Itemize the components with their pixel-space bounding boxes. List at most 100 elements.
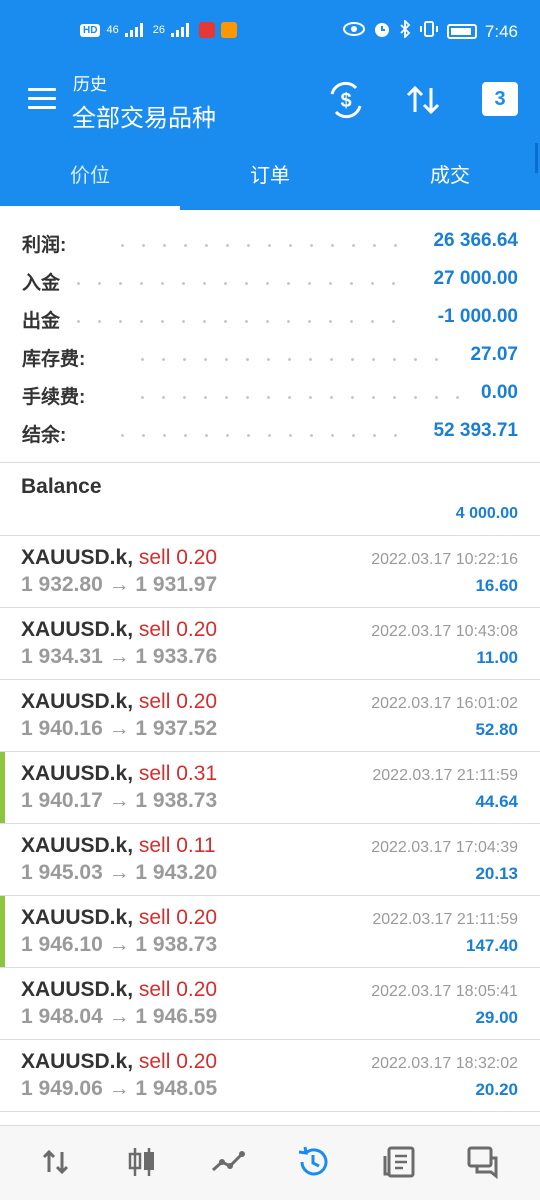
trade-side: sell 0.20	[138, 690, 218, 713]
chat-icon[interactable]	[466, 1144, 502, 1180]
trade-icon[interactable]	[210, 1144, 246, 1180]
header-subtitle: 历史	[73, 75, 107, 94]
quotes-icon[interactable]	[38, 1144, 74, 1180]
status-left: HD 46 26	[80, 22, 237, 38]
chart-icon[interactable]	[124, 1144, 160, 1180]
trade-prices: 1 948.04 → 1 946.59	[21, 1005, 218, 1028]
trade-symbol: XAUUSD.k, sell 0.20	[21, 1050, 218, 1073]
trade-prices: 1 946.10 → 1 938.73	[21, 933, 218, 956]
currency-exchange-icon[interactable]: $	[326, 80, 366, 120]
trade-profit: 16.60	[475, 576, 518, 595]
sim2-label: 26	[152, 24, 165, 36]
balance-row[interactable]: Balance 4 000.00	[0, 463, 540, 535]
trade-symbol: XAUUSD.k, sell 0.20	[21, 690, 218, 713]
balance-value: 4 000.00	[455, 505, 518, 522]
app-notification-icon	[198, 22, 215, 38]
hd-badge: HD	[80, 23, 101, 37]
alarm-icon	[373, 20, 391, 43]
tab-orders[interactable]: 订单	[180, 140, 360, 210]
trade-list: XAUUSD.k, sell 0.20 1 932.80 → 1 931.97 …	[0, 535, 540, 1131]
summary-row-swap: 库存费: 27.07	[0, 336, 540, 374]
summary-label: 结余:	[22, 425, 67, 446]
trade-prices: 1 949.06 → 1 948.05	[21, 1077, 218, 1100]
trade-row[interactable]: XAUUSD.k, sell 0.11 1 945.03 → 1 943.20 …	[0, 823, 540, 895]
trade-datetime: 2022.03.17 10:22:16	[371, 551, 518, 568]
calendar-icon[interactable]: 3	[482, 82, 518, 116]
battery-icon	[446, 24, 477, 39]
trade-datetime: 2022.03.17 21:11:59	[372, 911, 518, 928]
balance-label: Balance	[21, 475, 102, 498]
tab-prices[interactable]: 价位	[0, 140, 180, 210]
summary-label: 库存费:	[22, 349, 86, 370]
news-icon[interactable]	[381, 1144, 417, 1180]
trade-row[interactable]: XAUUSD.k, sell 0.20 1 932.80 → 1 931.97 …	[0, 535, 540, 607]
trade-row[interactable]: XAUUSD.k, sell 0.20 1 940.16 → 1 937.52 …	[0, 679, 540, 751]
history-icon[interactable]	[295, 1144, 331, 1180]
summary-value: 0.00	[481, 382, 518, 403]
tab-bar: 价位 订单 成交	[0, 140, 540, 210]
header-title[interactable]: 全部交易品种	[72, 98, 216, 133]
summary-panel: 利润: 26 366.64 入金 27 000.00 出金 -1 000.00 …	[0, 222, 540, 450]
dot-leader	[68, 282, 408, 285]
trade-datetime: 2022.03.17 21:11:59	[372, 767, 518, 784]
trade-profit: 44.64	[475, 792, 518, 811]
tab-deals[interactable]: 成交	[360, 140, 540, 210]
svg-text:$: $	[340, 90, 351, 112]
summary-row-withdrawal: 出金 -1 000.00	[0, 298, 540, 336]
sort-icon[interactable]	[403, 80, 443, 120]
eye-icon	[342, 21, 365, 42]
trade-row[interactable]: XAUUSD.k, sell 0.20 1 946.10 → 1 938.73 …	[0, 895, 540, 968]
trade-prices: 1 932.80 → 1 931.97	[21, 573, 218, 596]
trade-symbol: XAUUSD.k, sell 0.11	[21, 834, 216, 857]
summary-label: 入金	[22, 273, 61, 294]
trade-profit: 52.80	[475, 720, 518, 739]
trade-side: sell 0.20	[138, 546, 218, 569]
trade-side: sell 0.20	[138, 906, 218, 929]
signal-icon	[170, 23, 193, 37]
app-notification-icon	[220, 22, 237, 38]
summary-value: 27 000.00	[433, 268, 518, 289]
trade-symbol: XAUUSD.k, sell 0.20	[21, 546, 218, 569]
trade-datetime: 2022.03.17 10:43:08	[371, 623, 518, 640]
trade-prices: 1 945.03 → 1 943.20	[21, 861, 218, 884]
trade-prices: 1 940.17 → 1 938.73	[21, 789, 218, 812]
dot-leader	[132, 396, 462, 399]
trade-marker	[0, 752, 5, 824]
bluetooth-icon	[399, 18, 411, 43]
summary-row-commission: 手续费: 0.00	[0, 374, 540, 412]
dot-leader	[112, 244, 408, 247]
trade-symbol: XAUUSD.k, sell 0.20	[21, 978, 218, 1001]
trade-symbol: XAUUSD.k, sell 0.31	[21, 762, 218, 785]
trade-symbol: XAUUSD.k, sell 0.20	[21, 618, 218, 641]
sim1-label: 46	[106, 24, 119, 36]
trade-symbol: XAUUSD.k, sell 0.20	[21, 906, 218, 929]
trade-prices: 1 940.16 → 1 937.52	[21, 717, 218, 740]
trade-profit: 147.40	[466, 936, 518, 955]
trade-profit: 29.00	[475, 1008, 518, 1027]
trade-side: sell 0.20	[138, 1050, 218, 1073]
trade-side: sell 0.20	[138, 618, 218, 641]
summary-value: 52 393.71	[433, 420, 518, 441]
dot-leader	[68, 320, 413, 323]
trade-profit: 20.20	[475, 1080, 518, 1099]
vibrate-icon	[419, 20, 439, 43]
trade-datetime: 2022.03.17 17:04:39	[371, 839, 518, 856]
summary-value: 27.07	[470, 344, 518, 365]
summary-row-balance: 结余: 52 393.71	[0, 412, 540, 450]
bottom-nav	[0, 1125, 540, 1200]
status-time: 7:46	[484, 21, 518, 41]
trade-row[interactable]: XAUUSD.k, sell 0.31 1 940.17 → 1 938.73 …	[0, 751, 540, 824]
status-right: 7:46	[342, 18, 518, 43]
trade-row[interactable]: XAUUSD.k, sell 0.20 1 949.06 → 1 948.05 …	[0, 1039, 540, 1111]
summary-label: 出金	[22, 311, 61, 332]
trade-row[interactable]: XAUUSD.k, sell 0.20 1 934.31 → 1 933.76 …	[0, 607, 540, 679]
trade-row[interactable]: XAUUSD.k, sell 0.20 1 948.04 → 1 946.59 …	[0, 967, 540, 1039]
summary-label: 手续费:	[22, 387, 86, 408]
app-header: 历史 全部交易品种 $ 3	[0, 68, 540, 140]
menu-icon[interactable]	[28, 88, 56, 110]
trade-prices: 1 934.31 → 1 933.76	[21, 645, 218, 668]
signal-icon	[124, 23, 147, 37]
trade-side: sell 0.11	[138, 834, 216, 857]
summary-label: 利润:	[22, 235, 67, 256]
summary-value: -1 000.00	[437, 306, 518, 327]
